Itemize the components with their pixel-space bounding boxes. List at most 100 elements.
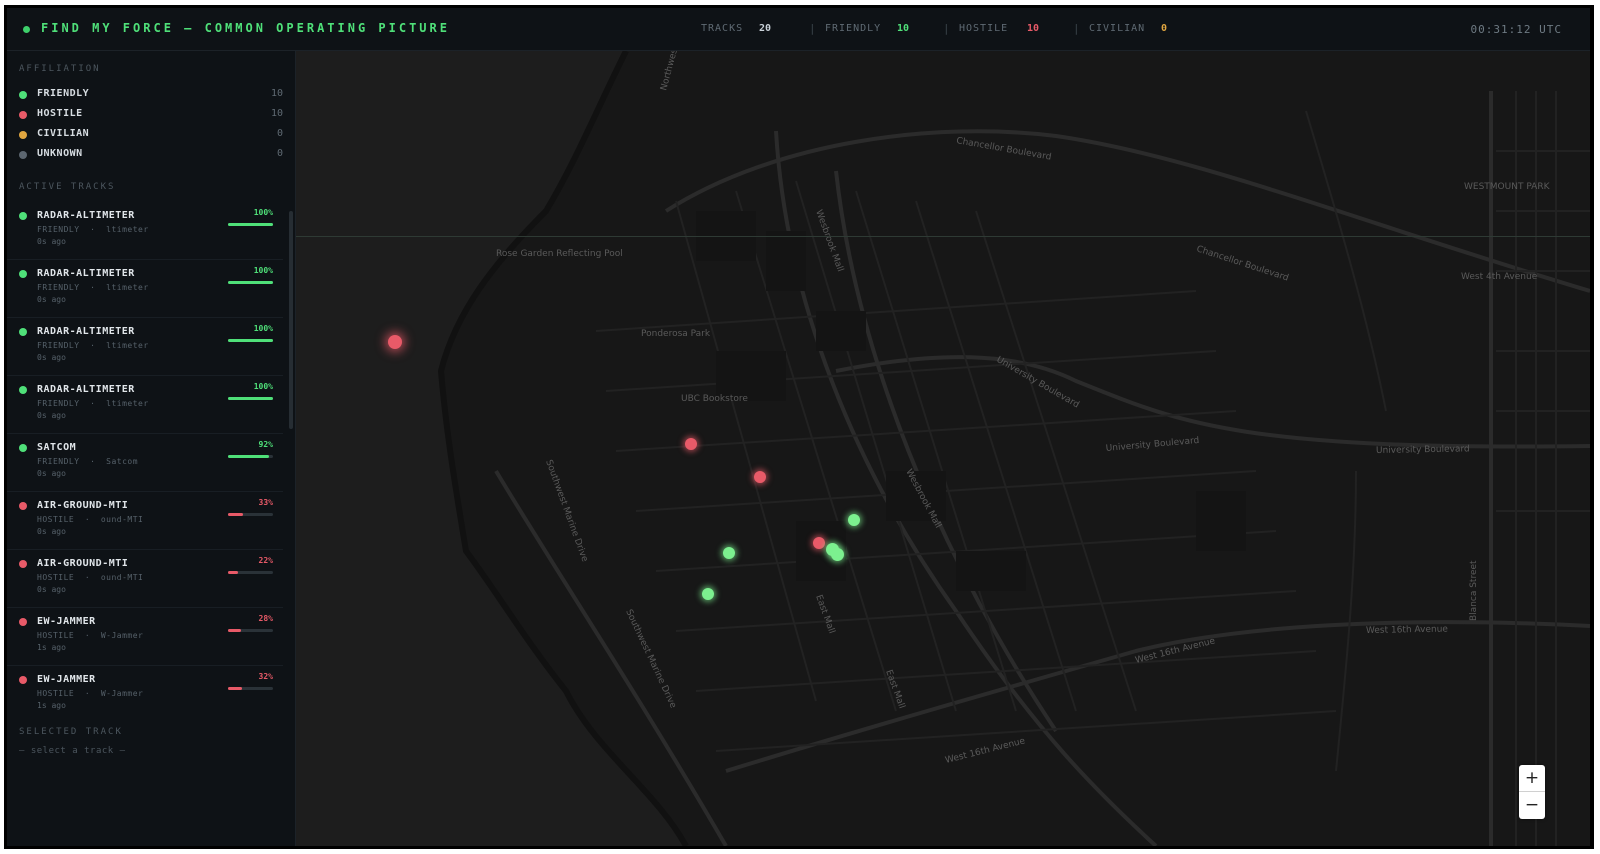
stat-friendly-label: FRIENDLY xyxy=(825,23,882,34)
zoom-in-button[interactable]: + xyxy=(1519,765,1545,792)
confidence-bar-fill xyxy=(228,223,273,226)
friendly-track-marker[interactable] xyxy=(723,547,735,559)
confidence-bar-fill xyxy=(228,629,241,632)
track-confidence: 100% xyxy=(253,324,273,333)
confidence-bar xyxy=(228,687,273,690)
confidence-bar xyxy=(228,223,273,226)
affiliation-row-friendly[interactable]: FRIENDLY 10 xyxy=(19,87,283,105)
track-meta: FRIENDLY · ltimeter xyxy=(37,225,149,234)
friendly-track-marker[interactable] xyxy=(702,588,714,600)
track-list[interactable]: RADAR-ALTIMETER FRIENDLY · ltimeter 0s ago… xyxy=(7,201,291,711)
friendly-track-marker[interactable] xyxy=(831,548,844,561)
track-confidence: 28% xyxy=(258,614,273,623)
confidence-bar xyxy=(228,571,273,574)
street-label: University Boulevard xyxy=(1376,444,1470,456)
track-confidence: 100% xyxy=(253,266,273,275)
sidebar: AFFILIATION FRIENDLY 10 HOSTILE 10 CIVIL… xyxy=(7,51,296,846)
track-age: 0s ago xyxy=(37,295,66,304)
street-label: Ponderosa Park xyxy=(641,329,711,339)
affiliation-row-unknown[interactable]: UNKNOWN 0 xyxy=(19,147,283,165)
track-row[interactable]: EW-JAMMER HOSTILE · W-Jammer 1s ago 28% xyxy=(7,607,283,666)
stat-tracks-label: TRACKS xyxy=(701,23,744,34)
track-row[interactable]: RADAR-ALTIMETER FRIENDLY · ltimeter 0s ago… xyxy=(7,201,283,260)
confidence-bar-fill xyxy=(228,455,270,458)
track-age: 0s ago xyxy=(37,237,66,246)
confidence-bar xyxy=(228,513,273,516)
track-age: 0s ago xyxy=(37,469,66,478)
track-age: 0s ago xyxy=(37,585,66,594)
hostile-track-marker[interactable] xyxy=(388,335,402,349)
track-meta: HOSTILE · W-Jammer xyxy=(37,689,144,698)
confidence-bar-fill xyxy=(228,397,273,400)
status-indicator-icon xyxy=(23,26,30,33)
stat-civilian-label: CIVILIAN xyxy=(1089,23,1146,34)
stat-hostile-label: HOSTILE xyxy=(959,23,1009,34)
friendly-dot-icon xyxy=(19,91,27,99)
stat-separator: | xyxy=(1073,22,1080,35)
hostile-track-marker[interactable] xyxy=(754,471,766,483)
track-row[interactable]: SATCOM FRIENDLY · Satcom 0s ago 92% xyxy=(7,433,283,492)
track-name: AIR-GROUND-MTI xyxy=(37,558,129,569)
confidence-bar-fill xyxy=(228,513,243,516)
friendly-track-marker[interactable] xyxy=(848,514,860,526)
affiliation-dot-icon xyxy=(19,386,27,394)
track-row[interactable]: RADAR-ALTIMETER FRIENDLY · ltimeter 0s ago… xyxy=(7,317,283,376)
track-row[interactable]: RADAR-ALTIMETER FRIENDLY · ltimeter 0s ago… xyxy=(7,259,283,318)
track-name: RADAR-ALTIMETER xyxy=(37,210,135,221)
utc-clock: 00:31:12 UTC xyxy=(1470,23,1562,36)
affiliation-count: 0 xyxy=(276,148,283,159)
stat-friendly-value: 10 xyxy=(897,23,910,34)
civilian-dot-icon xyxy=(19,131,27,139)
track-age: 0s ago xyxy=(37,353,66,362)
affiliation-dot-icon xyxy=(19,444,27,452)
track-name: EW-JAMMER xyxy=(37,616,96,627)
track-confidence: 92% xyxy=(258,440,273,449)
track-age: 0s ago xyxy=(37,411,66,420)
confidence-bar xyxy=(228,339,273,342)
track-confidence: 32% xyxy=(258,672,273,681)
track-name: RADAR-ALTIMETER xyxy=(37,384,135,395)
selected-track-heading: SELECTED TRACK xyxy=(19,727,123,737)
track-confidence: 33% xyxy=(258,498,273,507)
affiliation-dot-icon xyxy=(19,618,27,626)
affiliation-dot-icon xyxy=(19,560,27,568)
street-label: West 4th Avenue xyxy=(1461,272,1538,282)
selected-track-placeholder: — select a track — xyxy=(19,746,126,756)
track-name: AIR-GROUND-MTI xyxy=(37,500,129,511)
affiliation-dot-icon xyxy=(19,328,27,336)
street-label: Rose Garden Reflecting Pool xyxy=(496,249,623,259)
street-label: West 16th Avenue xyxy=(1366,625,1449,636)
zoom-control: + − xyxy=(1519,765,1545,819)
track-list-scrollbar[interactable] xyxy=(289,211,293,429)
app-root: FIND MY FORCE — COMMON OPERATING PICTURE… xyxy=(7,8,1590,846)
affiliation-count: 10 xyxy=(270,88,283,99)
hostile-track-marker[interactable] xyxy=(813,537,825,549)
hostile-track-marker[interactable] xyxy=(685,438,697,450)
map-view[interactable]: Chancellor Boulevard Chancellor Boulevar… xyxy=(296,51,1590,846)
affiliation-row-civilian[interactable]: CIVILIAN 0 xyxy=(19,127,283,145)
track-meta: FRIENDLY · ltimeter xyxy=(37,399,149,408)
confidence-bar-fill xyxy=(228,281,273,284)
track-row[interactable]: EW-JAMMER HOSTILE · W-Jammer 1s ago 32% xyxy=(7,665,283,711)
stat-separator: | xyxy=(809,22,816,35)
track-confidence: 100% xyxy=(253,382,273,391)
stat-separator: | xyxy=(943,22,950,35)
affiliation-label: FRIENDLY xyxy=(37,88,90,99)
confidence-bar-fill xyxy=(228,687,243,690)
confidence-bar-fill xyxy=(228,571,238,574)
affiliation-dot-icon xyxy=(19,502,27,510)
top-bar: FIND MY FORCE — COMMON OPERATING PICTURE… xyxy=(7,8,1590,51)
track-row[interactable]: RADAR-ALTIMETER FRIENDLY · ltimeter 0s ago… xyxy=(7,375,283,434)
track-meta: HOSTILE · ound-MTI xyxy=(37,515,144,524)
zoom-out-button[interactable]: − xyxy=(1519,792,1545,818)
active-tracks-heading: ACTIVE TRACKS xyxy=(19,182,116,192)
affiliation-count: 0 xyxy=(276,128,283,139)
stat-civilian-value: 0 xyxy=(1161,23,1168,34)
track-row[interactable]: AIR-GROUND-MTI HOSTILE · ound-MTI 0s ago 33… xyxy=(7,491,283,550)
track-meta: FRIENDLY · Satcom xyxy=(37,457,139,466)
confidence-bar xyxy=(228,455,273,458)
track-name: EW-JAMMER xyxy=(37,674,96,685)
affiliation-row-hostile[interactable]: HOSTILE 10 xyxy=(19,107,283,125)
track-row[interactable]: AIR-GROUND-MTI HOSTILE · ound-MTI 0s ago 22… xyxy=(7,549,283,608)
track-meta: HOSTILE · ound-MTI xyxy=(37,573,144,582)
